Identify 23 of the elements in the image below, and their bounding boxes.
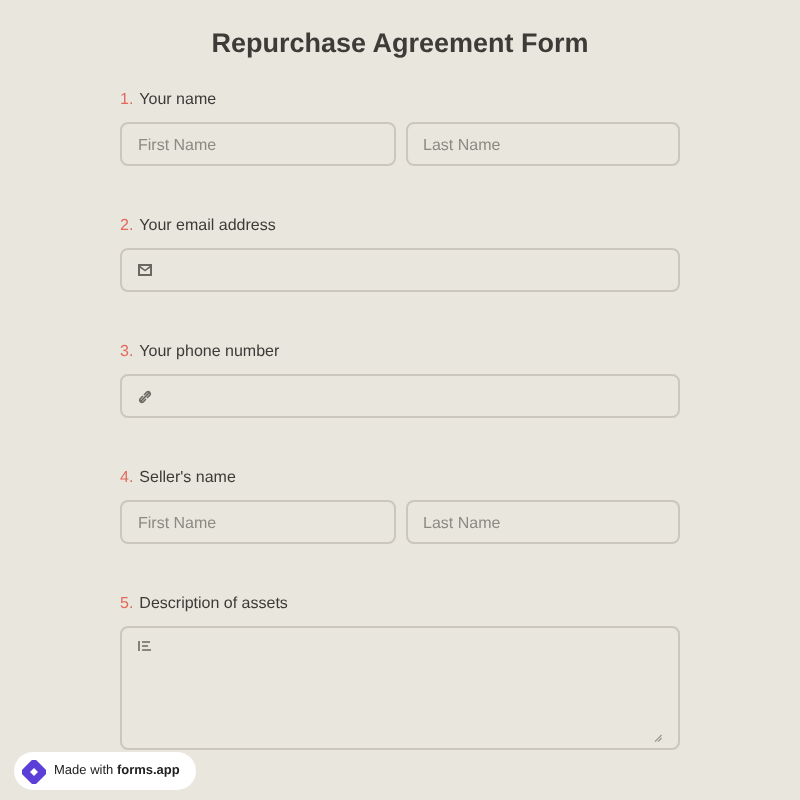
input-field[interactable]: Last Name: [405, 500, 680, 544]
question-label: Description of assets: [139, 591, 288, 615]
question-label: Your email address: [139, 213, 276, 237]
question-number: 4.: [120, 465, 134, 489]
text-lines-icon: [138, 640, 152, 652]
link-icon: [138, 389, 152, 403]
question-number: 1.: [120, 87, 134, 111]
envelope-icon: [138, 264, 152, 276]
logo-icon: [22, 759, 46, 783]
form-title: Repurchase Agreement Form: [209, 26, 591, 62]
resize-handle-icon[interactable]: [654, 734, 662, 742]
question-label: Your name: [139, 87, 217, 111]
input-field[interactable]: [120, 248, 680, 292]
question-number: 5.: [120, 591, 134, 615]
input-field[interactable]: [120, 374, 680, 418]
input-field[interactable]: First Name: [120, 500, 395, 544]
input-field[interactable]: First Name: [120, 122, 395, 166]
text-area[interactable]: [120, 626, 680, 750]
question-label: Seller's name: [139, 465, 236, 489]
question-number: 3.: [120, 339, 134, 363]
input-field[interactable]: Last Name: [405, 122, 680, 166]
question-number: 2.: [120, 213, 134, 237]
question-label: Your phone number: [139, 339, 280, 363]
